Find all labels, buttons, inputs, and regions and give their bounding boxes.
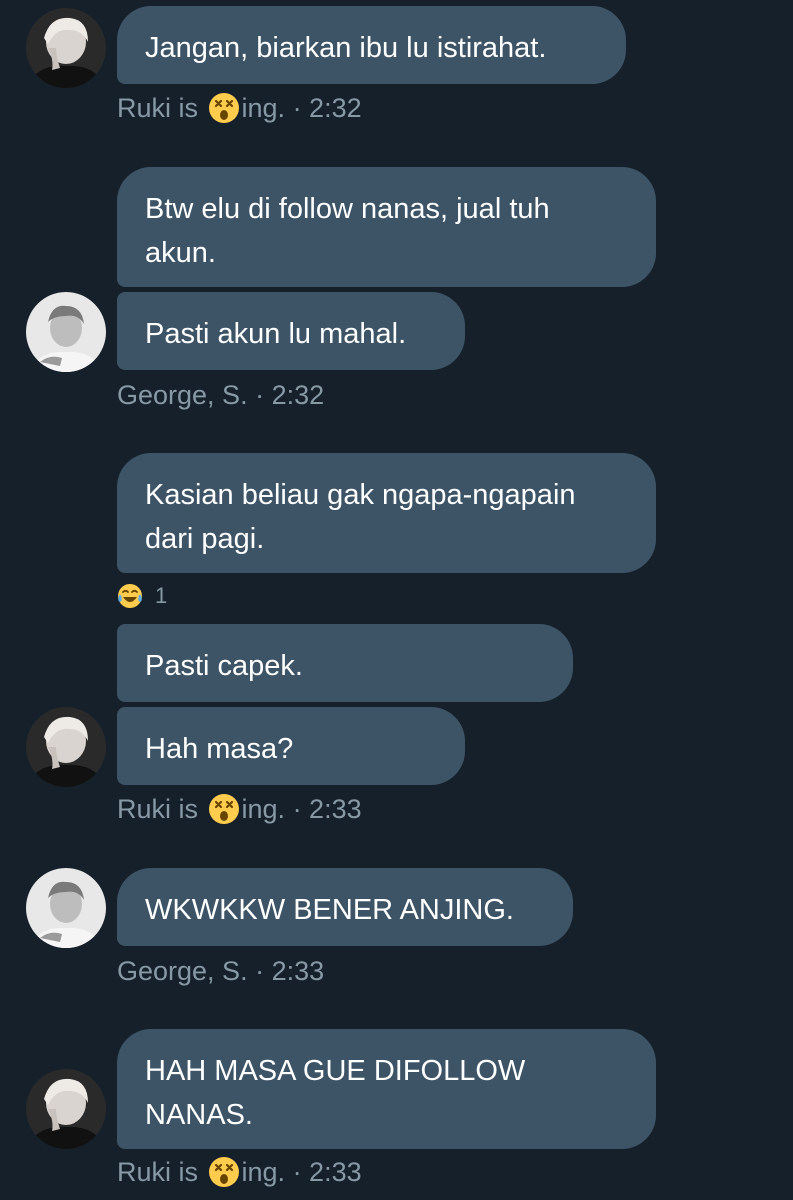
dizzy-face-icon — [208, 794, 239, 824]
avatar-ruki[interactable] — [26, 8, 106, 88]
dizzy-face-icon — [208, 1157, 239, 1187]
avatar-george[interactable] — [26, 868, 106, 948]
message-meta: Ruki is ing. · 2:33 — [117, 1155, 362, 1189]
message-bubble[interactable]: Pasti capek. — [117, 624, 573, 702]
reaction-count: 1 — [155, 583, 168, 608]
message-bubble[interactable]: Kasian beliau gak ngapa-ngapain dari pag… — [117, 453, 656, 573]
sender-name: Ruki is — [117, 1157, 199, 1187]
message-meta: Ruki is ing. · 2:32 — [117, 91, 362, 125]
message-reaction[interactable]: 1 — [117, 583, 167, 609]
message-meta: Ruki is ing. · 2:33 — [117, 792, 362, 826]
message-meta: George, S. · 2:32 — [117, 378, 324, 412]
avatar-ruki[interactable] — [26, 707, 106, 787]
message-meta: George, S. · 2:33 — [117, 954, 324, 988]
message-bubble[interactable]: Pasti akun lu mahal. — [117, 292, 465, 370]
dm-conversation: Jangan, biarkan ibu lu istirahat. Ruki i… — [0, 0, 793, 1200]
timestamp: ing. · 2:33 — [241, 1157, 362, 1187]
tears-of-joy-icon — [118, 584, 142, 608]
sender-name-timestamp: George, S. · 2:32 — [117, 380, 325, 410]
message-bubble[interactable]: WKWKKW BENER ANJING. — [117, 868, 573, 946]
timestamp: ing. · 2:33 — [241, 794, 362, 824]
sender-name-timestamp: George, S. · 2:33 — [117, 956, 325, 986]
message-bubble[interactable]: Hah masa? — [117, 707, 465, 785]
sender-name: Ruki is — [117, 93, 199, 123]
message-bubble[interactable]: Btw elu di follow nanas, jual tuh akun. — [117, 167, 656, 287]
message-bubble[interactable]: Jangan, biarkan ibu lu istirahat. — [117, 6, 626, 84]
message-bubble[interactable]: HAH MASA GUE DIFOLLOW NANAS. — [117, 1029, 656, 1149]
timestamp: ing. · 2:32 — [241, 93, 362, 123]
sender-name: Ruki is — [117, 794, 199, 824]
avatar-ruki[interactable] — [26, 1069, 106, 1149]
dizzy-face-icon — [208, 93, 239, 123]
avatar-george[interactable] — [26, 292, 106, 372]
